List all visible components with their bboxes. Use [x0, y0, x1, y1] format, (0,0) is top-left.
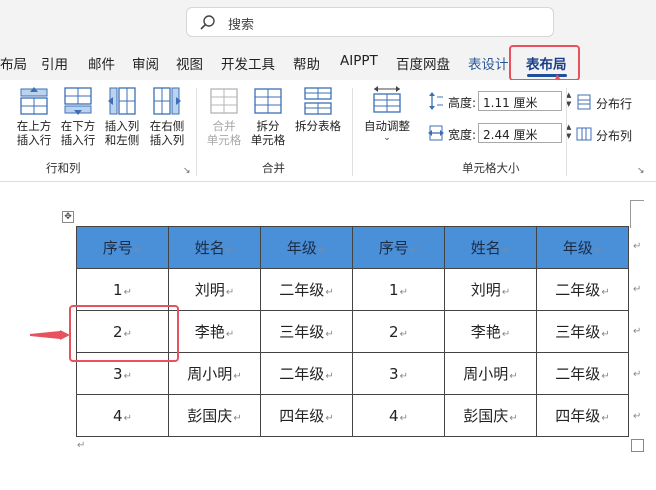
dialog-launcher-icon[interactable]: ↘ [637, 166, 645, 176]
merge-cells-label: 合并 单元格 [206, 119, 242, 147]
tab-view[interactable]: 视图 [176, 53, 203, 73]
column-width-icon [428, 125, 444, 141]
table-header-row: 序号↵ 姓名↵ 年级↵ 序号↵ 姓名↵ 年级↵ [76, 226, 629, 269]
tab-references[interactable]: 引用 [41, 53, 68, 73]
page-corner-mark [630, 200, 644, 228]
row-end-mark: ↵ [633, 411, 642, 422]
insert-col-right-button[interactable]: 在右侧 插入列 [146, 86, 188, 147]
row-end-mark: ↵ [633, 241, 642, 252]
split-cells-button[interactable]: 拆分 单元格 [248, 86, 288, 147]
table-row: 4↵ 彭国庆↵ 四年级↵ 4↵ 彭国庆↵ 四年级↵ [76, 394, 629, 437]
tab-table-design[interactable]: 表设计 [468, 53, 509, 73]
table-cell[interactable]: 四年级↵ [260, 394, 353, 437]
tab-mailings[interactable]: 邮件 [88, 53, 115, 73]
row-end-mark: ↵ [633, 369, 642, 380]
group-separator [352, 88, 353, 176]
insert-below-label: 在下方 插入行 [60, 119, 96, 147]
insert-col-left-button[interactable]: 插入列 和左侧 [102, 86, 142, 147]
table-cell[interactable]: 李艳↵ [444, 310, 537, 353]
group-label-merge: 合并 [262, 161, 285, 175]
table-cell[interactable]: 4↵ [352, 394, 445, 437]
insert-row-below-button[interactable]: 在下方 插入行 [58, 86, 98, 147]
search-label: 搜索 [228, 18, 255, 33]
table-cell[interactable]: 三年级↵ [536, 310, 629, 353]
table-cell[interactable]: 三年级↵ [260, 310, 353, 353]
merge-cells-button[interactable]: 合并 单元格 [204, 86, 244, 147]
tab-help[interactable]: 帮助 [293, 53, 320, 73]
chevron-down-icon: ⌄ [383, 133, 391, 143]
split-table-label: 拆分表格 [295, 119, 341, 133]
table-cell[interactable]: 周小明↵ [444, 352, 537, 395]
arrow-right-icon [30, 330, 70, 340]
table-cell[interactable]: 2↵ [352, 310, 445, 353]
height-spinner[interactable]: ▲ ▼ [566, 91, 574, 109]
group-label-rows-cols: 行和列 [46, 161, 81, 175]
row-end-mark: ↵ [633, 326, 642, 337]
insert-below-icon [64, 87, 92, 115]
insert-above-icon [20, 87, 48, 115]
insert-above-label: 在上方 插入行 [16, 119, 52, 147]
search-icon [200, 15, 215, 30]
insert-left-icon [108, 87, 136, 115]
width-spinner[interactable]: ▲ ▼ [566, 123, 574, 141]
distribute-rows-label: 分布行 [596, 97, 633, 111]
table-cell[interactable]: 1↵ [352, 268, 445, 311]
table-cell[interactable]: 二年级↵ [536, 268, 629, 311]
table-cell[interactable]: 4↵ [76, 394, 169, 437]
split-table-button[interactable]: 拆分表格 [292, 86, 344, 133]
paragraph-mark: ↵ [77, 440, 86, 451]
distribute-cols-label: 分布列 [596, 129, 633, 143]
tab-baidu-netdisk[interactable]: 百度网盘 [396, 53, 450, 73]
height-input[interactable]: 1.11 厘米 [478, 91, 562, 111]
distribute-rows-icon [577, 94, 591, 110]
row-height-icon [429, 92, 443, 110]
insert-left-label: 插入列 和左侧 [104, 119, 140, 147]
autofit-button[interactable]: 自动调整 ⌄ [360, 86, 414, 143]
table-cell[interactable]: 二年级↵ [260, 352, 353, 395]
dialog-launcher-icon[interactable]: ↘ [183, 166, 191, 176]
distribute-cols-icon [576, 127, 592, 141]
autofit-icon [373, 86, 401, 113]
height-label: 高度: [448, 96, 477, 110]
split-table-icon [304, 87, 332, 115]
tab-aippt[interactable]: AIPPT [340, 53, 378, 69]
cell-highlight-box [69, 305, 179, 362]
merge-cells-icon [210, 88, 238, 114]
header-cell[interactable]: 年级↵ [536, 226, 629, 269]
width-label: 宽度: [448, 128, 477, 142]
insert-right-icon [153, 87, 181, 115]
group-separator [196, 88, 197, 176]
table-cell[interactable]: 彭国庆↵ [168, 394, 261, 437]
header-cell[interactable]: 姓名↵ [444, 226, 537, 269]
insert-row-above-button[interactable]: 在上方 插入行 [14, 86, 54, 147]
table-cell[interactable]: 二年级↵ [260, 268, 353, 311]
table-cell[interactable]: 二年级↵ [536, 352, 629, 395]
header-cell[interactable]: 年级↵ [260, 226, 353, 269]
table-cell[interactable]: 四年级↵ [536, 394, 629, 437]
tab-layout[interactable]: 布局 [0, 53, 27, 73]
table-cell[interactable]: 刘明↵ [168, 268, 261, 311]
tab-review[interactable]: 审阅 [132, 53, 159, 73]
table-resize-handle[interactable] [631, 439, 644, 452]
table-cell[interactable]: 周小明↵ [168, 352, 261, 395]
tab-developer[interactable]: 开发工具 [221, 53, 275, 73]
split-cells-icon [254, 88, 282, 114]
header-cell[interactable]: 序号↵ [76, 226, 169, 269]
ribbon-body: 在上方 插入行 在下方 插入行 插入列 和左侧 在右侧 插入列 行和列 ↘ 合并… [0, 80, 656, 182]
table-cell[interactable]: 刘明↵ [444, 268, 537, 311]
table-cell[interactable]: 3↵ [352, 352, 445, 395]
group-label-cell-size: 单元格大小 [462, 161, 520, 175]
table-move-handle-icon[interactable]: ✥ [62, 211, 74, 223]
autofit-label: 自动调整 [364, 119, 410, 133]
insert-right-label: 在右侧 插入列 [149, 119, 185, 147]
split-cells-label: 拆分 单元格 [250, 119, 286, 147]
table-cell[interactable]: 李艳↵ [168, 310, 261, 353]
header-cell[interactable]: 姓名↵ [168, 226, 261, 269]
search-box[interactable]: 搜索 [186, 7, 554, 37]
row-end-mark: ↵ [633, 284, 642, 295]
width-input[interactable]: 2.44 厘米 [478, 123, 562, 143]
table-cell[interactable]: 彭国庆↵ [444, 394, 537, 437]
header-cell[interactable]: 序号↵ [352, 226, 445, 269]
group-separator [566, 88, 567, 176]
